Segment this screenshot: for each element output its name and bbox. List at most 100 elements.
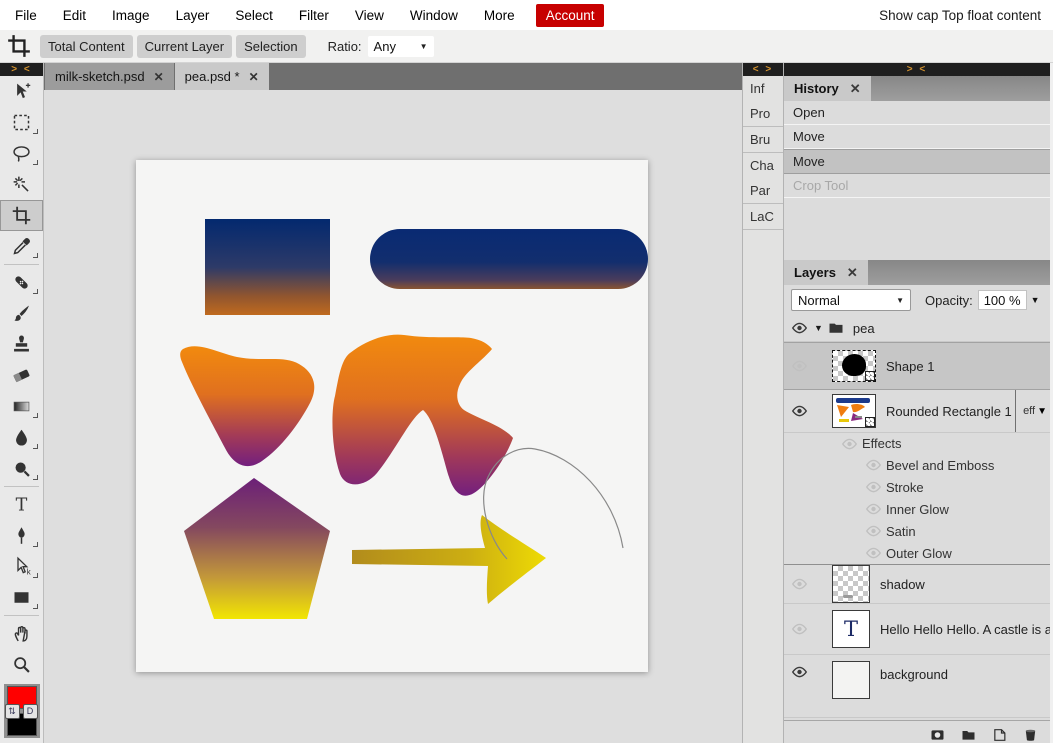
visibility-eye-icon[interactable]	[860, 525, 886, 537]
effects-header-row[interactable]: Effects	[784, 433, 1050, 454]
eraser-tool[interactable]	[0, 360, 43, 391]
blend-mode-select[interactable]: Normal ▼	[791, 289, 911, 311]
canvas-shape-arrow[interactable]	[352, 515, 546, 604]
document-tab-milk-sketch-psd[interactable]: milk-sketch.psd✕	[45, 63, 174, 90]
selection-button[interactable]: Selection	[236, 35, 305, 58]
collapsed-panel-cha[interactable]: Cha	[743, 153, 783, 178]
canvas-shape-rounded-bar[interactable]	[370, 229, 648, 289]
pen-tool[interactable]	[0, 520, 43, 551]
clone-stamp-tool[interactable]	[0, 329, 43, 360]
group-expand-triangle[interactable]: ▼	[814, 323, 823, 333]
close-icon[interactable]: ✕	[850, 81, 861, 97]
canvas-shape-pentagon[interactable]	[184, 478, 330, 619]
visibility-eye-icon[interactable]	[784, 666, 814, 678]
canvas-area[interactable]	[44, 90, 742, 743]
layer-row-rounded-rectangle[interactable]: Rounded Rectangle 1 eff ▼	[784, 390, 1050, 433]
text-layer-thumbnail[interactable]: T	[832, 610, 870, 648]
history-tab[interactable]: History ✕	[784, 76, 871, 101]
current-layer-button[interactable]: Current Layer	[137, 35, 232, 58]
visibility-eye-icon[interactable]	[784, 623, 814, 635]
menu-item-image[interactable]: Image	[99, 8, 163, 23]
effect-row-satin[interactable]: Satin	[784, 520, 1050, 542]
layer-thumbnail[interactable]	[832, 350, 876, 382]
tab-close-icon[interactable]: ✕	[249, 70, 259, 84]
spot-heal-tool[interactable]	[0, 267, 43, 298]
canvas-shape-leaf-blob[interactable]	[180, 346, 314, 466]
collapsed-panel-bru[interactable]: Bru	[743, 127, 783, 152]
new-group-icon[interactable]	[958, 726, 978, 744]
effect-row-stroke[interactable]: Stroke	[784, 476, 1050, 498]
tab-close-icon[interactable]: ✕	[154, 70, 164, 84]
layer-thumbnail[interactable]	[832, 661, 870, 699]
visibility-eye-icon[interactable]	[860, 481, 886, 493]
strip-collapse-bar[interactable]: < >	[743, 63, 783, 76]
type-tool[interactable]: T	[0, 489, 43, 520]
total-content-button[interactable]: Total Content	[40, 35, 133, 58]
dodge-tool[interactable]	[0, 453, 43, 484]
zoom-tool[interactable]	[0, 649, 43, 680]
layer-row-background[interactable]: background	[784, 655, 1050, 718]
visibility-eye-icon[interactable]	[860, 547, 886, 559]
menu-item-view[interactable]: View	[342, 8, 397, 23]
crop-tool[interactable]	[0, 200, 43, 231]
layer-group-row[interactable]: ▼ pea	[784, 315, 1050, 342]
eyedropper-tool[interactable]	[0, 231, 43, 262]
layer-row-text[interactable]: T Hello Hello Hello. A castle is a t	[784, 604, 1050, 655]
new-layer-icon[interactable]	[989, 726, 1009, 744]
visibility-eye-icon[interactable]	[836, 438, 862, 450]
layer-effects-toggle[interactable]: eff ▼	[1015, 390, 1047, 432]
canvas-shape-wave-blob[interactable]	[332, 335, 513, 496]
menu-item-edit[interactable]: Edit	[50, 8, 99, 23]
collapsed-panel-pro[interactable]: Pro	[743, 101, 783, 126]
path-select-tool[interactable]: k	[0, 551, 43, 582]
add-mask-icon[interactable]	[927, 726, 947, 744]
hand-tool[interactable]	[0, 618, 43, 649]
effect-row-outer-glow[interactable]: Outer Glow	[784, 542, 1050, 564]
layer-row-shadow[interactable]: shadow	[784, 565, 1050, 604]
menu-item-layer[interactable]: Layer	[163, 8, 223, 23]
history-item-open[interactable]: Open	[784, 101, 1050, 125]
menu-item-select[interactable]: Select	[222, 8, 286, 23]
gradient-tool[interactable]	[0, 391, 43, 422]
tools-collapse-bar[interactable]: > <	[0, 63, 43, 76]
history-item-move[interactable]: Move	[784, 125, 1050, 149]
history-item-crop-tool[interactable]: Crop Tool	[784, 174, 1050, 198]
move-tool[interactable]	[0, 76, 43, 107]
collapsed-panel-lac[interactable]: LaC	[743, 204, 783, 229]
menu-item-more[interactable]: More	[471, 8, 528, 23]
visibility-eye-icon[interactable]	[860, 459, 886, 471]
layer-row-shape1[interactable]: Shape 1	[784, 342, 1050, 390]
visibility-eye-icon[interactable]	[784, 322, 814, 334]
panels-collapse-bar[interactable]: > <	[784, 63, 1050, 76]
visibility-eye-icon[interactable]	[784, 578, 814, 590]
default-colors-button[interactable]: D	[23, 704, 38, 719]
marquee-select-tool[interactable]	[0, 107, 43, 138]
magic-wand-tool[interactable]	[0, 169, 43, 200]
menu-item-filter[interactable]: Filter	[286, 8, 342, 23]
effect-row-inner-glow[interactable]: Inner Glow	[784, 498, 1050, 520]
effect-row-bevel-and-emboss[interactable]: Bevel and Emboss	[784, 454, 1050, 476]
menu-item-window[interactable]: Window	[397, 8, 471, 23]
layers-tab[interactable]: Layers ✕	[784, 260, 868, 285]
visibility-eye-icon[interactable]	[860, 503, 886, 515]
account-button[interactable]: Account	[536, 4, 605, 27]
opacity-dropdown-icon[interactable]: ▼	[1031, 295, 1040, 305]
layer-thumbnail[interactable]	[832, 394, 876, 428]
swap-colors-button[interactable]: ⇅	[5, 704, 20, 719]
collapsed-panel-par[interactable]: Par	[743, 178, 783, 203]
lasso-tool[interactable]	[0, 138, 43, 169]
delete-layer-icon[interactable]	[1020, 726, 1040, 744]
visibility-eye-icon[interactable]	[784, 360, 814, 372]
document-tab-pea-psd[interactable]: pea.psd *✕	[175, 63, 269, 90]
canvas-shape-gradient-square[interactable]	[205, 219, 330, 315]
opacity-input[interactable]: 100 %	[978, 290, 1027, 310]
menu-item-file[interactable]: File	[2, 8, 50, 23]
history-item-move[interactable]: Move	[784, 149, 1050, 174]
close-icon[interactable]: ✕	[847, 265, 858, 281]
brush-tool[interactable]	[0, 298, 43, 329]
collapsed-panel-inf[interactable]: Inf	[743, 76, 783, 101]
document-canvas[interactable]	[136, 160, 648, 672]
ratio-select[interactable]: Any ▼	[368, 36, 434, 57]
rectangle-shape-tool[interactable]	[0, 582, 43, 613]
visibility-eye-icon[interactable]	[784, 405, 814, 417]
